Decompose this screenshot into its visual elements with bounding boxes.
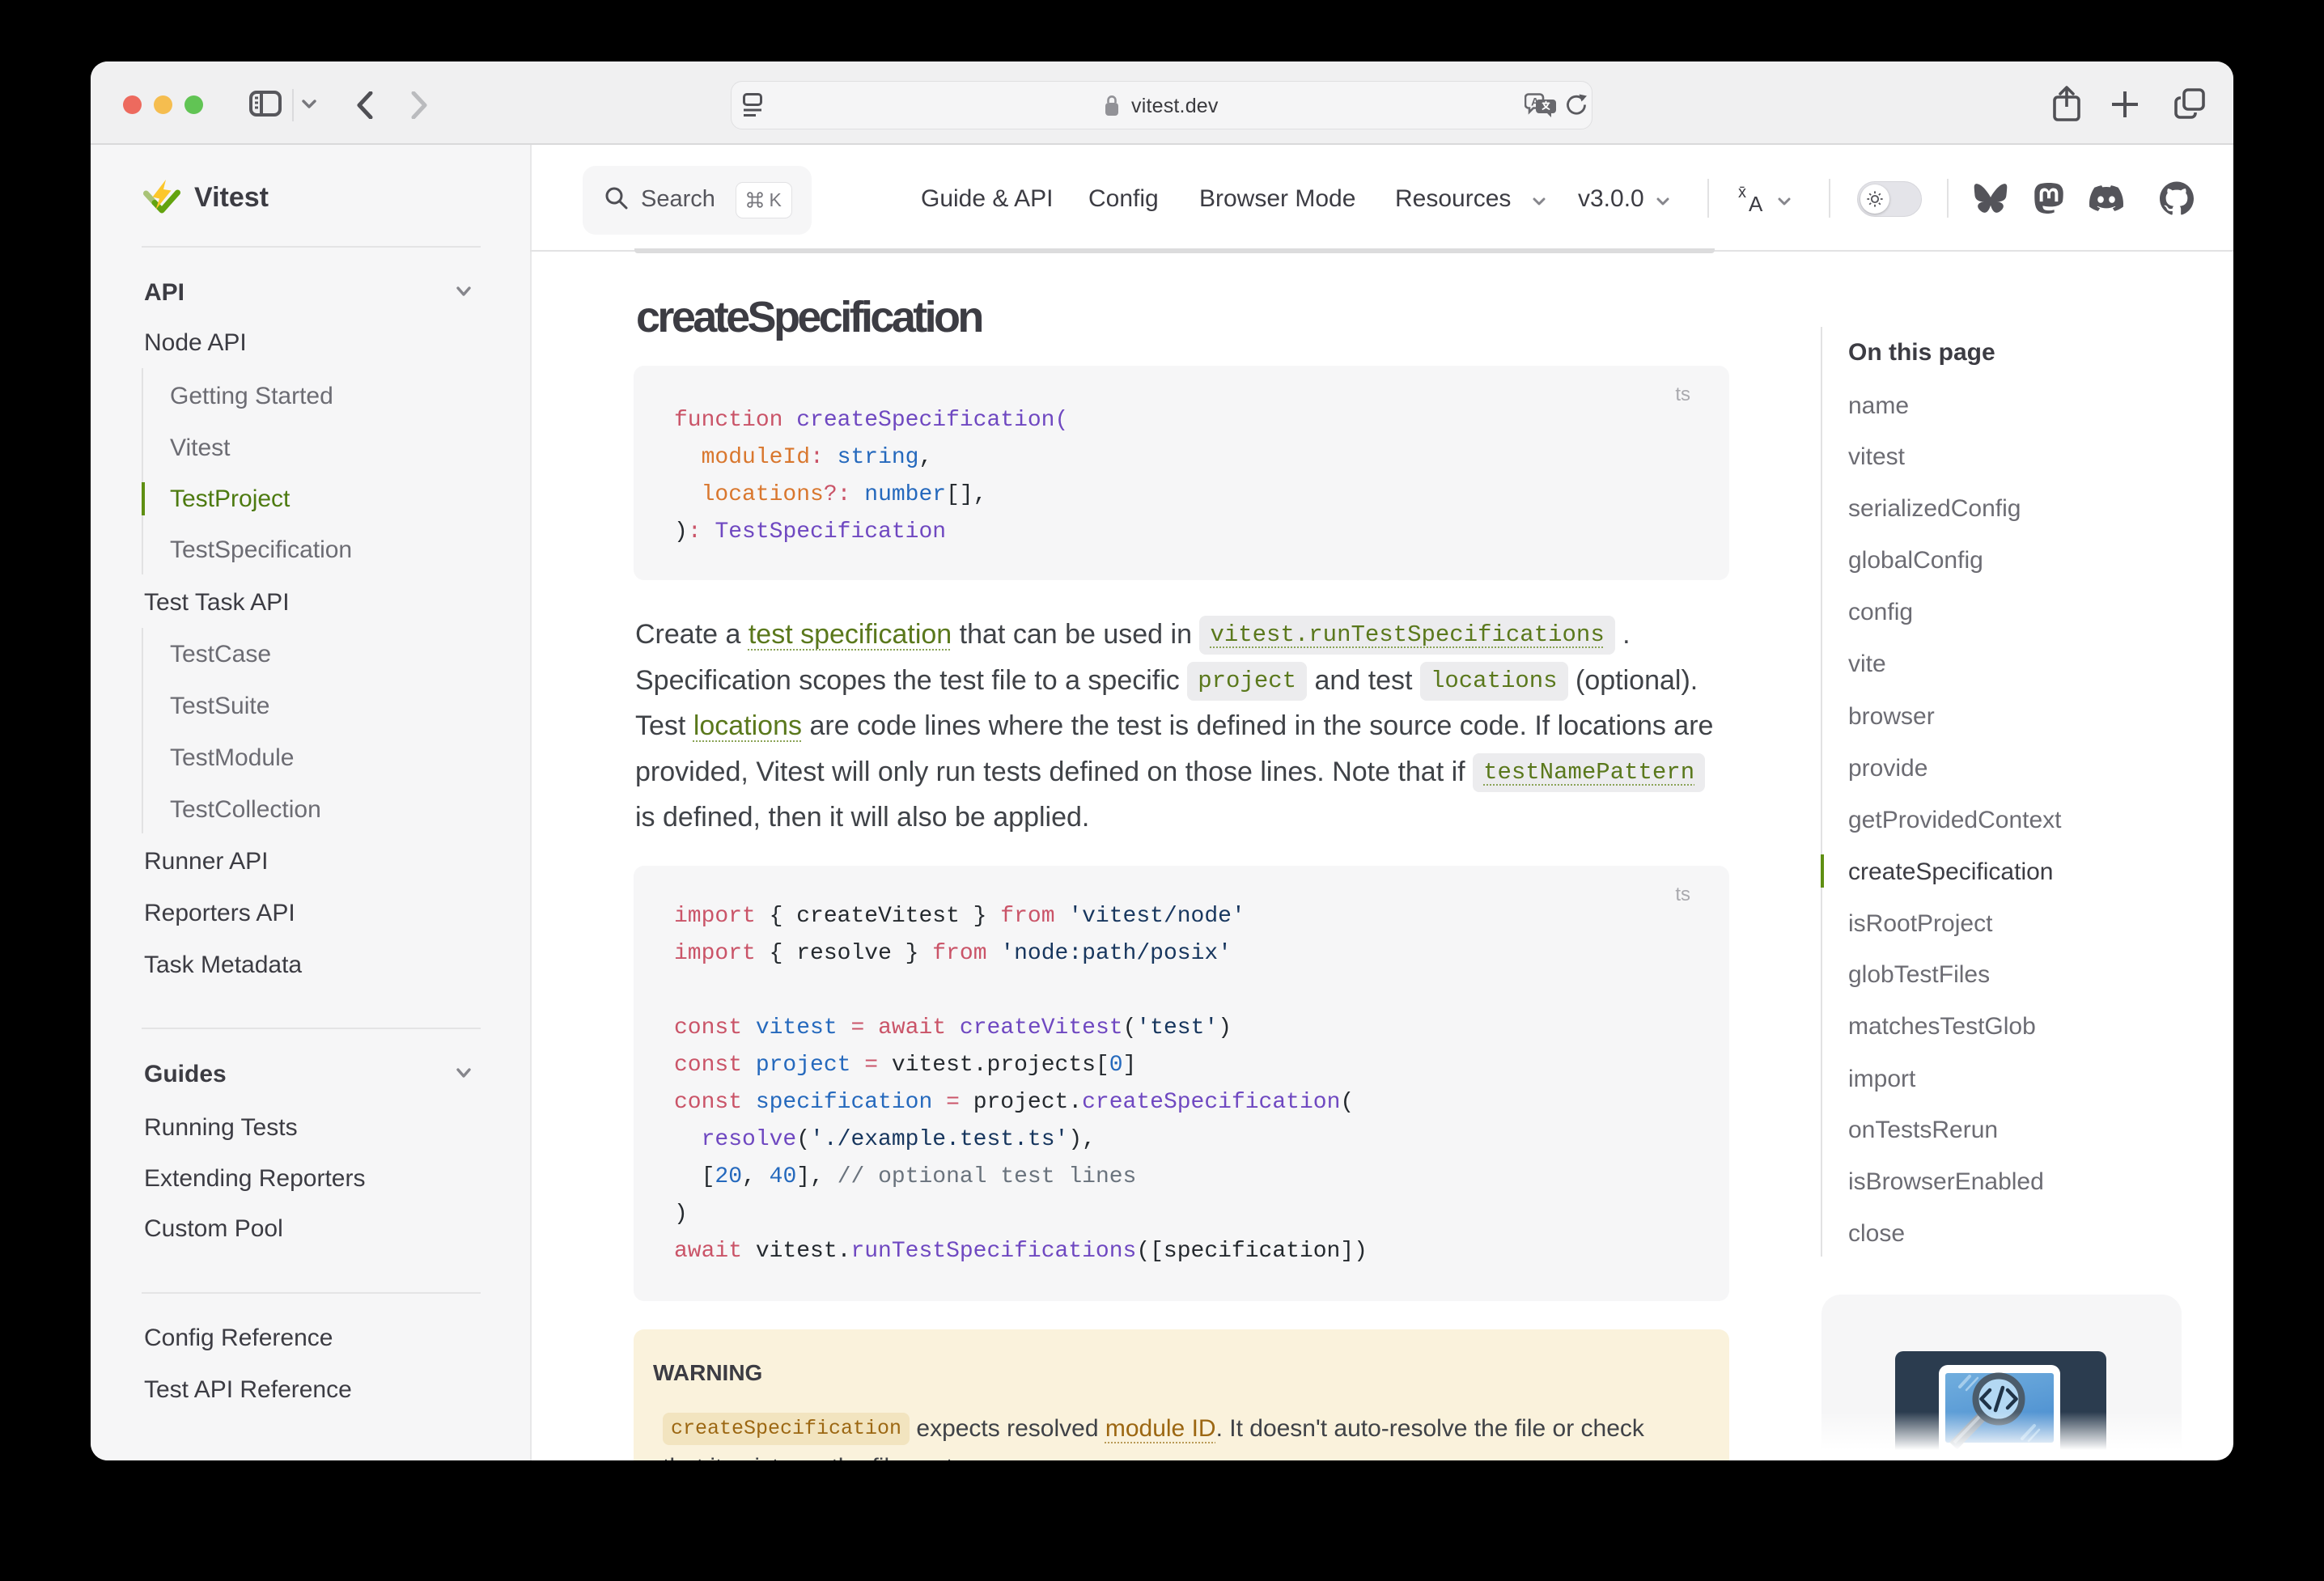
svg-text:A: A [1749,192,1763,214]
svg-text:x̄: x̄ [1738,184,1746,201]
